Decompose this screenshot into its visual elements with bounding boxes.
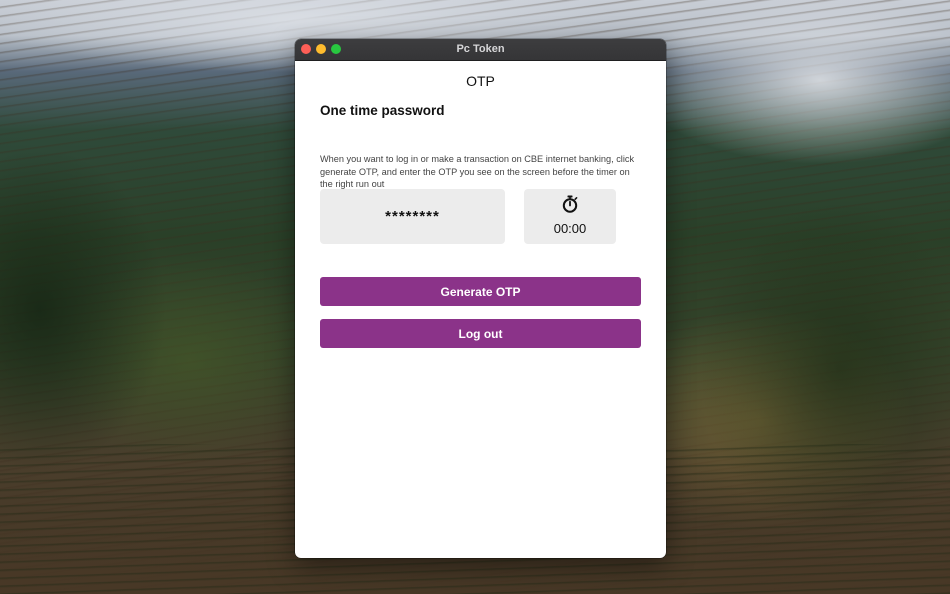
wallpaper-hills-left (0, 140, 300, 470)
timer-value: 00:00 (553, 221, 587, 236)
timer-display: 00:00 (524, 189, 616, 244)
instructions-text: When you want to log in or make a transa… (320, 154, 635, 189)
window-title: Pc Token (456, 43, 505, 55)
log-out-button[interactable]: Log out (320, 319, 641, 348)
stopwatch-icon (562, 195, 578, 213)
title-bar[interactable]: Pc Token (295, 39, 666, 61)
otp-value: ******** (385, 208, 440, 225)
otp-screen: OTP One time password When you want to l… (295, 61, 666, 558)
otp-display: ******** (320, 189, 505, 244)
generate-otp-button[interactable]: Generate OTP (320, 277, 641, 306)
desktop-wallpaper: Pc Token OTP One time password When you … (0, 0, 950, 594)
app-window: Pc Token OTP One time password When you … (295, 39, 666, 558)
section-heading: One time password (320, 103, 445, 118)
screen-title: OTP (466, 73, 495, 89)
